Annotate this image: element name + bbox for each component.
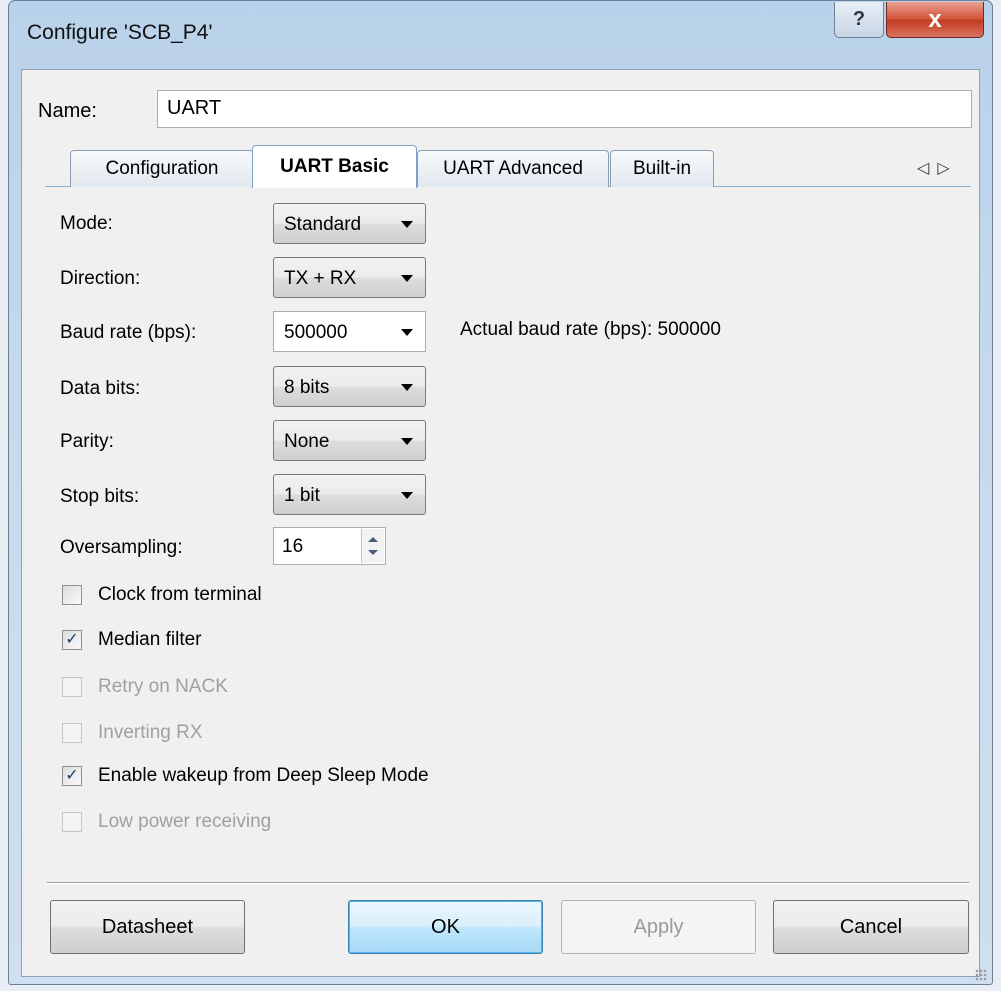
data-bits-dropdown[interactable]: 8 bits xyxy=(273,366,426,407)
checkbox xyxy=(62,723,82,743)
checkbox[interactable] xyxy=(62,585,82,605)
baud-rate-value: 500000 xyxy=(284,322,348,343)
resize-grip[interactable] xyxy=(975,969,987,981)
stop-bits-dropdown[interactable]: 1 bit xyxy=(273,474,426,515)
chevron-down-icon[interactable] xyxy=(401,329,413,336)
ok-button[interactable]: OK xyxy=(348,900,543,954)
checkbox[interactable]: ✓ xyxy=(62,630,82,650)
parity-value: None xyxy=(284,431,330,452)
spin-down-icon[interactable] xyxy=(368,550,378,555)
parity-dropdown[interactable]: None xyxy=(273,420,426,461)
dialog-body xyxy=(21,69,980,977)
direction-label: Direction: xyxy=(60,268,141,289)
data-bits-value: 8 bits xyxy=(284,377,330,398)
actual-baud-rate: Actual baud rate (bps): 500000 xyxy=(460,319,721,340)
mode-label: Mode: xyxy=(60,213,113,234)
dialog-window: Configure 'SCB_P4' ? x xyxy=(8,0,993,985)
apply-button[interactable]: Apply xyxy=(561,900,756,954)
tab-scroll-arrows[interactable]: ◁▷ xyxy=(917,158,958,178)
chevron-down-icon xyxy=(401,492,413,499)
oversampling-value: 16 xyxy=(282,536,304,557)
direction-dropdown[interactable]: TX + RX xyxy=(273,257,426,298)
mode-value: Standard xyxy=(284,214,362,235)
spinner-buttons[interactable] xyxy=(361,529,384,563)
title-bar[interactable]: Configure 'SCB_P4' ? x xyxy=(9,1,992,57)
baud-rate-label: Baud rate (bps): xyxy=(60,322,197,343)
parity-label: Parity: xyxy=(60,431,114,452)
checkbox-label: Low power receiving xyxy=(98,811,272,832)
tab-uart-basic[interactable]: UART Basic xyxy=(252,145,417,188)
data-bits-label: Data bits: xyxy=(60,378,141,399)
direction-value: TX + RX xyxy=(284,268,357,289)
checkbox-label: Inverting RX xyxy=(98,722,203,743)
datasheet-button[interactable]: Datasheet xyxy=(50,900,245,954)
tab-uart-advanced[interactable]: UART Advanced xyxy=(417,150,609,187)
stop-bits-label: Stop bits: xyxy=(60,486,140,507)
stop-bits-value: 1 bit xyxy=(284,485,320,506)
checkbox-label: Retry on NACK xyxy=(98,676,228,697)
tab-scroll-left-icon[interactable]: ◁ xyxy=(917,160,937,177)
checkbox-label: Enable wakeup from Deep Sleep Mode xyxy=(98,765,429,786)
checkbox-label: Clock from terminal xyxy=(98,584,262,605)
oversampling-label: Oversampling: xyxy=(60,537,183,558)
separator xyxy=(47,882,969,884)
spin-up-icon[interactable] xyxy=(368,537,378,542)
chevron-down-icon xyxy=(401,275,413,282)
chevron-down-icon xyxy=(401,384,413,391)
oversampling-spinner[interactable]: 16 xyxy=(273,527,386,565)
name-field[interactable]: UART xyxy=(157,90,972,128)
checkbox-label: Median filter xyxy=(98,629,202,650)
checkbox[interactable]: ✓ xyxy=(62,766,82,786)
chevron-down-icon xyxy=(401,438,413,445)
close-button[interactable]: x xyxy=(886,2,984,38)
name-label: Name: xyxy=(38,100,97,122)
help-button[interactable]: ? xyxy=(834,2,884,38)
checkbox xyxy=(62,812,82,832)
help-icon: ? xyxy=(852,8,866,30)
checkbox xyxy=(62,677,82,697)
chevron-down-icon xyxy=(401,221,413,228)
baud-rate-combo[interactable]: 500000 xyxy=(273,311,426,352)
tab-configuration[interactable]: Configuration xyxy=(70,150,254,187)
window-title: Configure 'SCB_P4' xyxy=(27,21,213,44)
mode-dropdown[interactable]: Standard xyxy=(273,203,426,244)
tab-scroll-right-icon[interactable]: ▷ xyxy=(937,160,957,177)
tab-built-in[interactable]: Built-in xyxy=(610,150,714,187)
close-icon: x xyxy=(928,5,942,33)
cancel-button[interactable]: Cancel xyxy=(773,900,969,954)
